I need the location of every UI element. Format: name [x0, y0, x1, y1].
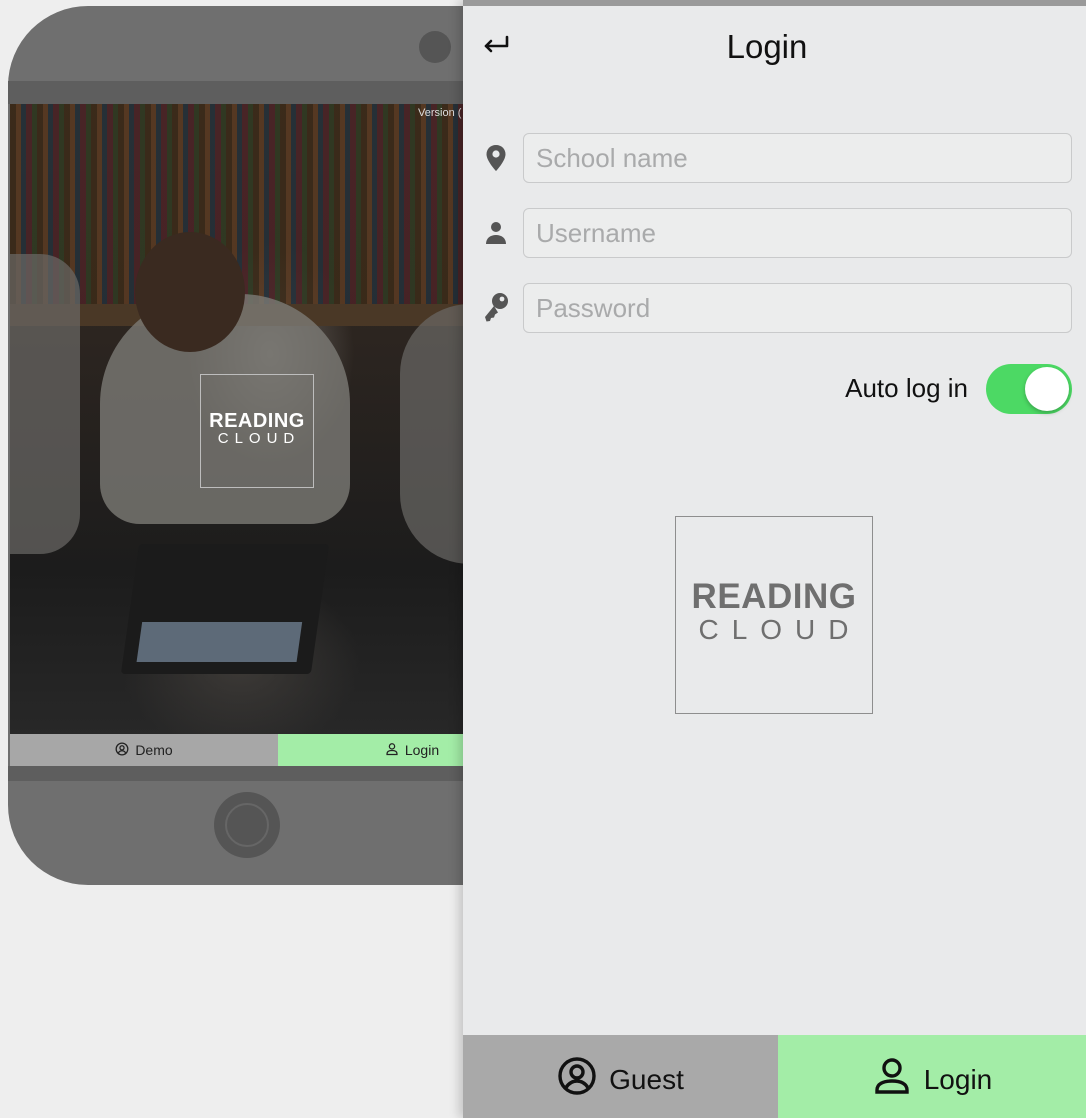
school-name-row	[481, 133, 1081, 183]
camera-icon	[419, 31, 451, 63]
auto-login-row: Auto log in	[463, 361, 1078, 415]
auto-login-label: Auto log in	[845, 373, 968, 403]
phone-tab-login-label: Login	[404, 742, 440, 758]
logo-word-cloud: CLOUD	[698, 614, 862, 645]
location-pin-icon	[481, 143, 511, 173]
password-row	[481, 283, 1081, 333]
login-panel: Login Auto log in READING CLOUD	[463, 0, 1086, 1118]
child-head	[135, 232, 245, 352]
tab-guest[interactable]: Guest	[463, 1035, 778, 1118]
child-figure-left	[10, 254, 80, 554]
laptop-image	[120, 544, 330, 674]
phone-reading-cloud-logo: READING CLOUD	[200, 374, 314, 488]
toggle-knob	[1025, 367, 1069, 411]
user-icon	[385, 742, 399, 759]
reading-cloud-logo: READING CLOUD	[675, 516, 873, 714]
phone-tab-demo-label: Demo	[135, 742, 173, 758]
bottom-tab-bar: Guest Login	[463, 1035, 1086, 1118]
logo-word-cloud: CLOUD	[217, 430, 301, 447]
tab-guest-label: Guest	[609, 1063, 684, 1095]
version-text: Version (	[418, 107, 462, 119]
password-input[interactable]	[523, 283, 1072, 333]
page-title: Login	[726, 28, 808, 65]
phone-tab-demo[interactable]: Demo	[10, 734, 278, 766]
logo-word-reading: READING	[209, 410, 305, 432]
tab-login[interactable]: Login	[778, 1035, 1086, 1118]
username-input[interactable]	[523, 208, 1072, 258]
username-row	[481, 208, 1081, 258]
user-icon	[872, 1056, 912, 1103]
auto-login-toggle[interactable]	[986, 364, 1072, 414]
school-name-input[interactable]	[523, 133, 1072, 183]
user-circle-icon	[115, 742, 129, 759]
user-circle-icon	[557, 1056, 597, 1103]
login-header: Login	[463, 6, 1086, 96]
person-icon	[481, 218, 511, 248]
tab-login-label: Login	[923, 1063, 993, 1095]
laptop-screen	[136, 622, 303, 662]
home-button	[214, 792, 280, 858]
logo-word-reading: READING	[691, 577, 857, 616]
key-icon	[481, 293, 511, 323]
